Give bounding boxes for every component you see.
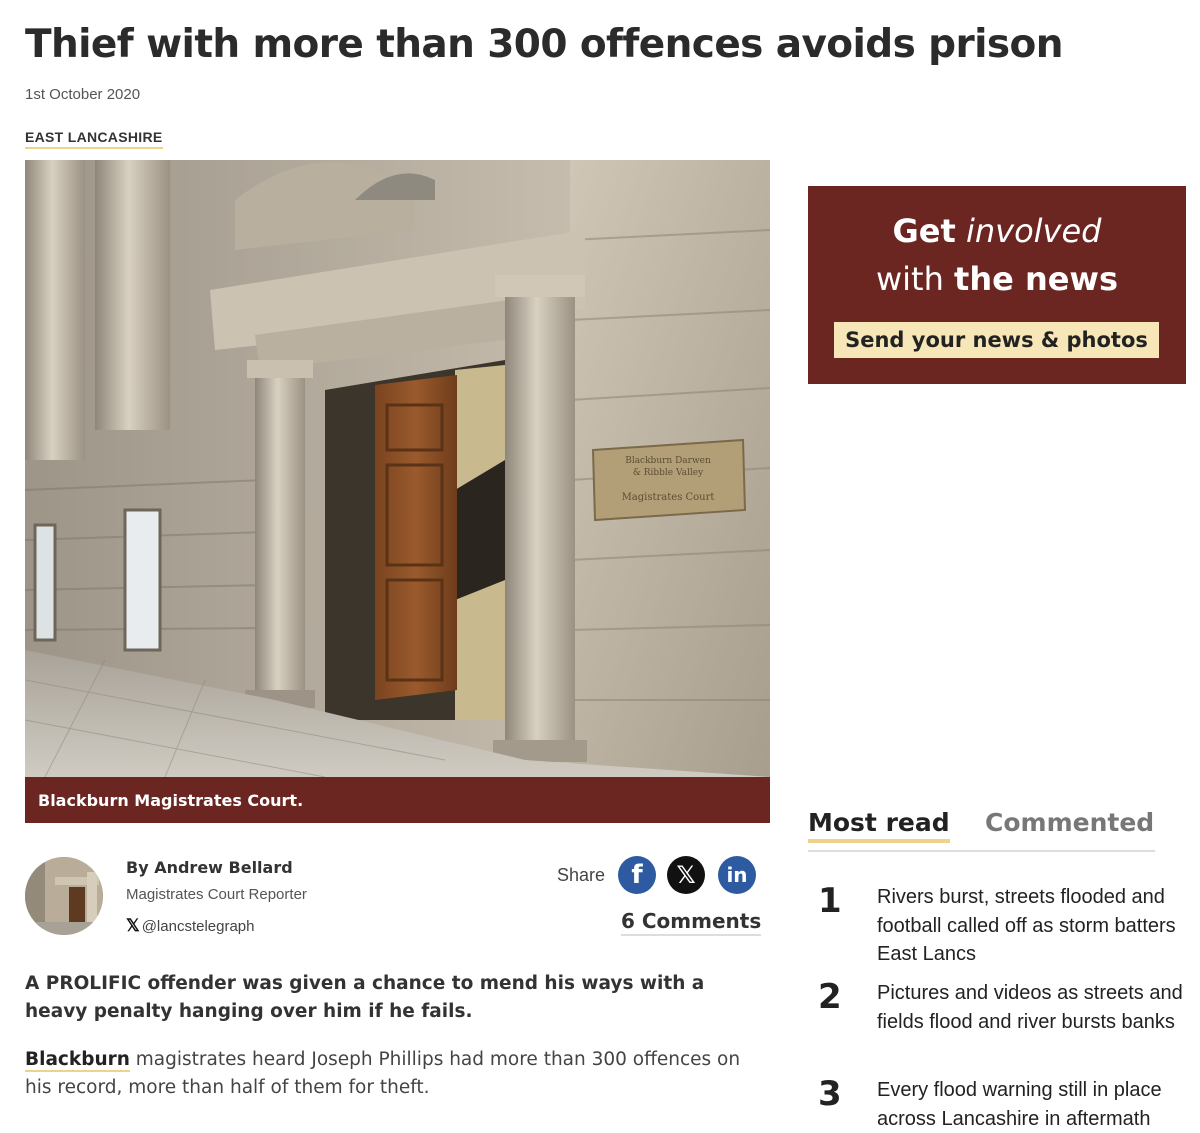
promo-get: Get <box>892 212 956 250</box>
promo-subheadline: with the news <box>808 260 1186 298</box>
most-read-rank: 3 <box>818 1074 842 1114</box>
send-news-button[interactable]: Send your news & photos <box>834 322 1159 358</box>
court-sign-line-3: Magistrates Court <box>622 492 715 503</box>
blackburn-link[interactable]: Blackburn <box>25 1049 130 1072</box>
hero-image: Blackburn Darwen & Ribble Valley Magistr… <box>25 160 770 777</box>
promo-involved: involved <box>965 212 1102 250</box>
article-paragraph: Blackburn magistrates heard Joseph Phill… <box>25 1046 770 1102</box>
promo-the-news: the news <box>954 260 1119 298</box>
court-sign-line-1: Blackburn Darwen <box>625 456 711 466</box>
most-read-rank: 1 <box>818 881 842 921</box>
author-twitter-link[interactable]: 𝕏 @lancstelegraph <box>126 916 255 936</box>
share-label: Share <box>557 865 606 885</box>
author-twitter-handle: @lancstelegraph <box>141 917 255 935</box>
most-read-title[interactable]: Every flood warning still in place acros… <box>877 1076 1192 1133</box>
image-caption: Blackburn Magistrates Court. <box>25 777 770 823</box>
most-read-tabs: Most read Commented <box>808 808 1155 852</box>
tab-most-read[interactable]: Most read <box>808 808 950 843</box>
publish-date: 1st October 2020 <box>25 86 141 103</box>
linkedin-share-icon[interactable]: in <box>718 856 756 894</box>
paragraph-text: magistrates heard Joseph Phillips had mo… <box>25 1049 741 1098</box>
article-standfirst: A PROLIFIC offender was given a chance t… <box>25 973 705 1022</box>
author-name[interactable]: By Andrew Bellard <box>126 858 293 877</box>
x-share-icon[interactable]: 𝕏 <box>667 856 705 894</box>
tab-commented[interactable]: Commented <box>985 808 1154 837</box>
most-read-title[interactable]: Pictures and videos as streets and field… <box>877 979 1192 1036</box>
comments-link[interactable]: 6 Comments <box>621 909 762 936</box>
author-avatar <box>25 857 103 935</box>
section-link[interactable]: EAST LANCASHIRE <box>25 129 163 149</box>
most-read-title[interactable]: Rivers burst, streets flooded and footba… <box>877 883 1192 969</box>
promo-headline: Get involved <box>808 212 1186 250</box>
promo-with: with <box>875 260 944 298</box>
most-read-rank: 2 <box>818 977 842 1017</box>
article-headline: Thief with more than 300 offences avoids… <box>25 22 1063 67</box>
send-news-promo: Get involved with the news Send your new… <box>808 186 1186 384</box>
facebook-share-icon[interactable]: f <box>618 856 656 894</box>
court-sign-line-2: & Ribble Valley <box>633 468 704 478</box>
x-logo-icon: 𝕏 <box>126 916 140 935</box>
author-role: Magistrates Court Reporter <box>126 886 307 903</box>
